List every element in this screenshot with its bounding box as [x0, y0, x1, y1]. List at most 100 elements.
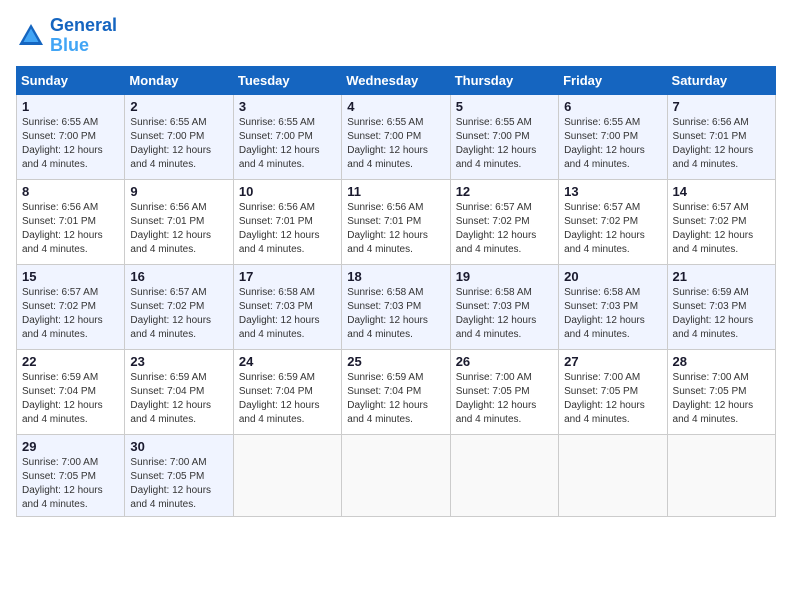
sunset-label: Sunset: 7:05 PM — [22, 471, 96, 482]
day-detail: Sunrise: 7:00 AM Sunset: 7:05 PM Dayligh… — [673, 371, 770, 427]
day-detail: Sunrise: 6:57 AM Sunset: 7:02 PM Dayligh… — [130, 286, 227, 342]
day-detail: Sunrise: 6:55 AM Sunset: 7:00 PM Dayligh… — [239, 116, 336, 172]
sunrise-label: Sunrise: 6:57 AM — [564, 202, 640, 213]
sunset-label: Sunset: 7:01 PM — [130, 216, 204, 227]
sunset-label: Sunset: 7:00 PM — [239, 131, 313, 142]
sunset-label: Sunset: 7:05 PM — [673, 386, 747, 397]
calendar-cell: 6 Sunrise: 6:55 AM Sunset: 7:00 PM Dayli… — [559, 94, 667, 179]
day-number: 24 — [239, 354, 336, 369]
sunrise-label: Sunrise: 6:57 AM — [130, 287, 206, 298]
sunrise-label: Sunrise: 6:58 AM — [239, 287, 315, 298]
day-detail: Sunrise: 6:57 AM Sunset: 7:02 PM Dayligh… — [22, 286, 119, 342]
sunset-label: Sunset: 7:00 PM — [347, 131, 421, 142]
daylight-label: Daylight: 12 hours and 4 minutes. — [673, 315, 754, 340]
sunrise-label: Sunrise: 6:57 AM — [673, 202, 749, 213]
sunrise-label: Sunrise: 6:59 AM — [347, 372, 423, 383]
day-detail: Sunrise: 6:56 AM Sunset: 7:01 PM Dayligh… — [130, 201, 227, 257]
calendar-cell — [233, 434, 341, 516]
day-number: 4 — [347, 99, 444, 114]
day-number: 25 — [347, 354, 444, 369]
sunrise-label: Sunrise: 6:55 AM — [239, 117, 315, 128]
day-number: 29 — [22, 439, 119, 454]
day-number: 28 — [673, 354, 770, 369]
sunset-label: Sunset: 7:05 PM — [130, 471, 204, 482]
daylight-label: Daylight: 12 hours and 4 minutes. — [239, 400, 320, 425]
day-number: 11 — [347, 184, 444, 199]
day-detail: Sunrise: 6:55 AM Sunset: 7:00 PM Dayligh… — [564, 116, 661, 172]
day-detail: Sunrise: 6:58 AM Sunset: 7:03 PM Dayligh… — [564, 286, 661, 342]
daylight-label: Daylight: 12 hours and 4 minutes. — [130, 485, 211, 510]
daylight-label: Daylight: 12 hours and 4 minutes. — [130, 400, 211, 425]
day-detail: Sunrise: 6:59 AM Sunset: 7:04 PM Dayligh… — [239, 371, 336, 427]
day-number: 1 — [22, 99, 119, 114]
calendar-cell: 27 Sunrise: 7:00 AM Sunset: 7:05 PM Dayl… — [559, 349, 667, 434]
calendar-cell: 11 Sunrise: 6:56 AM Sunset: 7:01 PM Dayl… — [342, 179, 450, 264]
sunset-label: Sunset: 7:01 PM — [347, 216, 421, 227]
day-detail: Sunrise: 6:59 AM Sunset: 7:04 PM Dayligh… — [130, 371, 227, 427]
header-monday: Monday — [125, 66, 233, 94]
day-detail: Sunrise: 7:00 AM Sunset: 7:05 PM Dayligh… — [22, 456, 119, 512]
daylight-label: Daylight: 12 hours and 4 minutes. — [130, 145, 211, 170]
day-detail: Sunrise: 6:56 AM Sunset: 7:01 PM Dayligh… — [673, 116, 770, 172]
logo: General Blue — [16, 16, 117, 56]
sunrise-label: Sunrise: 6:56 AM — [347, 202, 423, 213]
day-number: 8 — [22, 184, 119, 199]
day-detail: Sunrise: 6:58 AM Sunset: 7:03 PM Dayligh… — [239, 286, 336, 342]
sunrise-label: Sunrise: 6:58 AM — [347, 287, 423, 298]
calendar-table: SundayMondayTuesdayWednesdayThursdayFrid… — [16, 66, 776, 517]
calendar-cell — [342, 434, 450, 516]
sunrise-label: Sunrise: 6:58 AM — [456, 287, 532, 298]
day-detail: Sunrise: 6:59 AM Sunset: 7:04 PM Dayligh… — [347, 371, 444, 427]
calendar-cell: 23 Sunrise: 6:59 AM Sunset: 7:04 PM Dayl… — [125, 349, 233, 434]
sunrise-label: Sunrise: 6:58 AM — [564, 287, 640, 298]
header-wednesday: Wednesday — [342, 66, 450, 94]
sunrise-label: Sunrise: 7:00 AM — [673, 372, 749, 383]
daylight-label: Daylight: 12 hours and 4 minutes. — [347, 315, 428, 340]
day-number: 19 — [456, 269, 553, 284]
day-detail: Sunrise: 6:56 AM Sunset: 7:01 PM Dayligh… — [347, 201, 444, 257]
calendar-cell: 29 Sunrise: 7:00 AM Sunset: 7:05 PM Dayl… — [17, 434, 125, 516]
sunset-label: Sunset: 7:02 PM — [130, 301, 204, 312]
day-number: 13 — [564, 184, 661, 199]
sunrise-label: Sunrise: 6:56 AM — [130, 202, 206, 213]
day-detail: Sunrise: 6:57 AM Sunset: 7:02 PM Dayligh… — [564, 201, 661, 257]
daylight-label: Daylight: 12 hours and 4 minutes. — [564, 315, 645, 340]
sunrise-label: Sunrise: 6:55 AM — [456, 117, 532, 128]
daylight-label: Daylight: 12 hours and 4 minutes. — [130, 230, 211, 255]
calendar-cell: 9 Sunrise: 6:56 AM Sunset: 7:01 PM Dayli… — [125, 179, 233, 264]
sunrise-label: Sunrise: 6:55 AM — [130, 117, 206, 128]
calendar-cell: 19 Sunrise: 6:58 AM Sunset: 7:03 PM Dayl… — [450, 264, 558, 349]
sunset-label: Sunset: 7:04 PM — [347, 386, 421, 397]
sunset-label: Sunset: 7:05 PM — [456, 386, 530, 397]
day-number: 3 — [239, 99, 336, 114]
day-detail: Sunrise: 7:00 AM Sunset: 7:05 PM Dayligh… — [130, 456, 227, 512]
sunrise-label: Sunrise: 7:00 AM — [564, 372, 640, 383]
day-detail: Sunrise: 6:57 AM Sunset: 7:02 PM Dayligh… — [456, 201, 553, 257]
sunrise-label: Sunrise: 6:55 AM — [22, 117, 98, 128]
daylight-label: Daylight: 12 hours and 4 minutes. — [347, 145, 428, 170]
sunset-label: Sunset: 7:02 PM — [564, 216, 638, 227]
day-number: 26 — [456, 354, 553, 369]
day-number: 17 — [239, 269, 336, 284]
sunrise-label: Sunrise: 6:56 AM — [673, 117, 749, 128]
day-number: 16 — [130, 269, 227, 284]
calendar-cell: 4 Sunrise: 6:55 AM Sunset: 7:00 PM Dayli… — [342, 94, 450, 179]
sunset-label: Sunset: 7:00 PM — [456, 131, 530, 142]
sunrise-label: Sunrise: 6:59 AM — [239, 372, 315, 383]
calendar-cell: 24 Sunrise: 6:59 AM Sunset: 7:04 PM Dayl… — [233, 349, 341, 434]
sunrise-label: Sunrise: 6:59 AM — [22, 372, 98, 383]
daylight-label: Daylight: 12 hours and 4 minutes. — [456, 230, 537, 255]
sunset-label: Sunset: 7:04 PM — [22, 386, 96, 397]
day-number: 6 — [564, 99, 661, 114]
page-header: General Blue — [16, 16, 776, 56]
day-detail: Sunrise: 6:56 AM Sunset: 7:01 PM Dayligh… — [239, 201, 336, 257]
sunrise-label: Sunrise: 6:59 AM — [673, 287, 749, 298]
calendar-cell: 20 Sunrise: 6:58 AM Sunset: 7:03 PM Dayl… — [559, 264, 667, 349]
header-friday: Friday — [559, 66, 667, 94]
sunset-label: Sunset: 7:01 PM — [239, 216, 313, 227]
sunset-label: Sunset: 7:03 PM — [456, 301, 530, 312]
sunset-label: Sunset: 7:00 PM — [22, 131, 96, 142]
calendar-cell: 1 Sunrise: 6:55 AM Sunset: 7:00 PM Dayli… — [17, 94, 125, 179]
calendar-cell: 28 Sunrise: 7:00 AM Sunset: 7:05 PM Dayl… — [667, 349, 775, 434]
sunset-label: Sunset: 7:02 PM — [456, 216, 530, 227]
